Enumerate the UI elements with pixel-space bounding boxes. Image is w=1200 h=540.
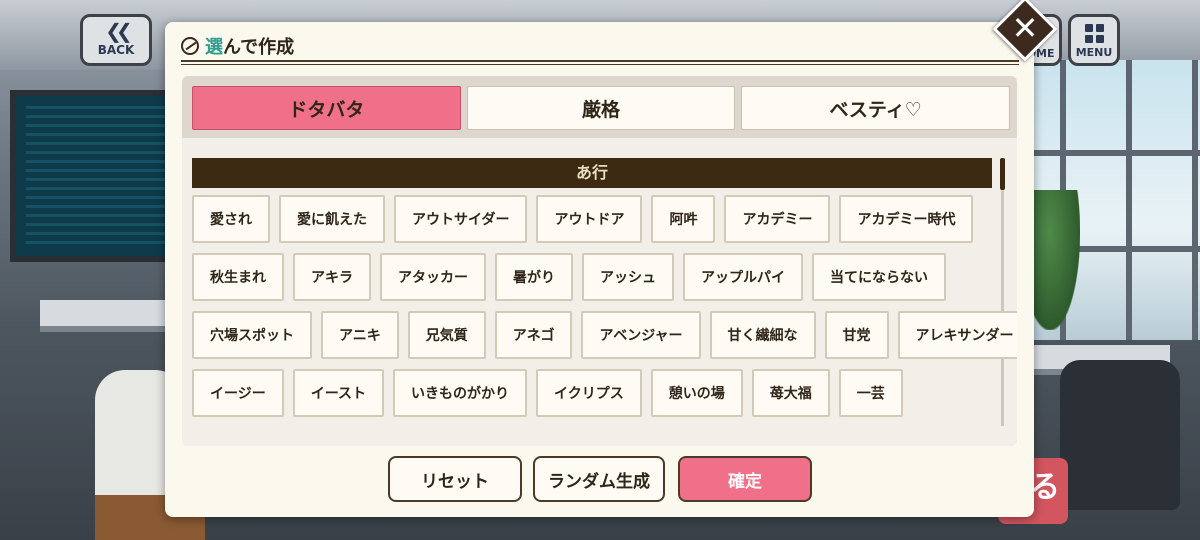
word-chip[interactable]: 秋生まれ <box>192 253 284 301</box>
chip-row: 愛され 愛に飢えた アウトサイダー アウトドア 阿吽 アカデミー アカデミー時代 <box>192 195 996 243</box>
create-by-selection-dialog: 選 んで作成 ドタバタ 厳格 ベスティ♡ あ行 愛され 愛に飢えた アウトサイダーア… <box>165 22 1034 517</box>
word-chip[interactable]: 苺大福 <box>751 369 830 417</box>
word-chip[interactable]: アレキサンダー <box>897 311 1017 359</box>
word-chip[interactable]: イースト <box>292 369 385 417</box>
back-label: BACK <box>97 43 135 57</box>
word-chip[interactable]: いきものがかり <box>393 369 528 417</box>
title-divider <box>181 60 1019 62</box>
word-chip[interactable]: 憩いの場 <box>650 369 743 417</box>
word-chip[interactable]: アッシュ <box>582 253 674 301</box>
word-chip[interactable]: 愛され <box>192 195 270 243</box>
title-accent-char: 選 <box>205 37 223 58</box>
title-text: んで作成 <box>223 37 295 58</box>
word-chip[interactable]: アカデミー <box>724 195 831 243</box>
word-chip[interactable]: アウトドア <box>536 195 643 243</box>
word-chip[interactable]: 愛に飢えた <box>279 195 385 243</box>
word-chip[interactable]: 穴場スポット <box>192 311 312 359</box>
chip-row: イージー イースト いきものがかり イクリプス 憩いの場 苺大福 一芸 <box>192 369 996 417</box>
scrollbar-track[interactable] <box>1001 190 1004 426</box>
selection-panel: ドタバタ 厳格 ベスティ♡ あ行 愛され 愛に飢えた アウトサイダー アウトドア 阿吽ア… <box>182 76 1017 446</box>
word-chip[interactable]: 兄気質 <box>407 311 486 359</box>
tab-dotabata[interactable]: ドタバタ <box>192 86 461 130</box>
category-tabs: ドタバタ 厳格 ベスティ♡ <box>192 86 1011 130</box>
word-chip[interactable]: アニキ <box>321 311 399 359</box>
word-chip[interactable]: アタッカー <box>380 253 486 301</box>
word-chip[interactable]: アベンジャー <box>581 311 701 359</box>
word-chip[interactable]: 甘党 <box>824 311 889 359</box>
menu-label: MENU <box>1075 46 1113 59</box>
menu-button[interactable]: MENU <box>1068 14 1120 66</box>
dialog-title: 選 んで作成 <box>181 34 294 58</box>
confirm-button[interactable]: 確定 <box>678 456 812 502</box>
no-entry-icon <box>181 37 199 55</box>
word-chip[interactable]: イージー <box>192 369 284 417</box>
random-generate-button[interactable]: ランダム生成 <box>533 456 665 502</box>
reset-button[interactable]: リセット <box>388 456 522 502</box>
back-button[interactable]: ❮❮ BACK <box>80 14 152 66</box>
chip-row: 穴場スポット アニキ 兄気質 アネゴ アベンジャー 甘く繊細な 甘党 アレキサンダー <box>192 311 1017 359</box>
word-chip[interactable]: 甘く繊細な <box>709 311 816 359</box>
word-chip[interactable]: 阿吽 <box>651 195 716 243</box>
word-chip[interactable]: アップルパイ <box>683 253 803 301</box>
word-chip[interactable]: 一芸 <box>838 369 903 417</box>
word-chip[interactable]: アネゴ <box>494 311 573 359</box>
word-chip[interactable]: アカデミー時代 <box>839 195 974 243</box>
word-chip[interactable]: アウトサイダー <box>394 195 528 243</box>
word-chip[interactable]: 暑がり <box>495 253 573 301</box>
grid-icon <box>1071 24 1117 43</box>
double-chevron-left-icon: ❮❮ <box>105 19 133 43</box>
word-chip-grid: 愛され 愛に飢えた アウトサイダー アウトドア 阿吽 アカデミー アカデミー時代 秋生まれ アキ… <box>192 195 1017 427</box>
background-chair <box>1060 360 1180 510</box>
title-divider-thin <box>181 64 1019 65</box>
chip-row: 秋生まれ アキラ アタッカー 暑がり アッシュ アップルパイ 当てにならない <box>192 253 996 301</box>
word-chip[interactable]: イクリプス <box>536 369 642 417</box>
word-chip[interactable]: アキラ <box>293 253 371 301</box>
tab-besty[interactable]: ベスティ♡ <box>741 86 1011 130</box>
close-icon[interactable]: ✕ <box>1002 6 1048 52</box>
word-chip[interactable]: 当てにならない <box>812 253 946 301</box>
scrollbar-thumb[interactable] <box>1000 158 1005 190</box>
tab-genkaku[interactable]: 厳格 <box>466 86 736 130</box>
section-header-a-row: あ行 <box>192 158 992 188</box>
word-list[interactable]: あ行 愛され 愛に飢えた アウトサイダー アウトドア 阿吽 アカデミー アカデミー時代 秋生ま… <box>182 138 1017 446</box>
